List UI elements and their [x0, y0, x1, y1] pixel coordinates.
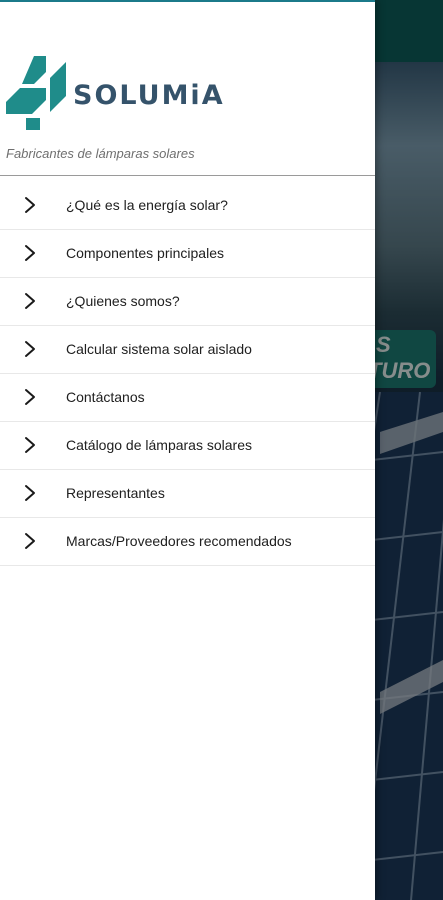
solumia-logo: [6, 56, 66, 130]
chevron-right-icon: [25, 293, 35, 309]
chevron-right-icon: [25, 341, 35, 357]
menu-item-label: Componentes principales: [66, 245, 224, 261]
menu-item-label: Representantes: [66, 485, 165, 501]
chevron-right-icon: [25, 197, 35, 213]
menu-item-catalogo[interactable]: Catálogo de lámparas solares: [0, 422, 375, 470]
menu-item-label: ¿Qué es la energía solar?: [66, 197, 228, 213]
brand-tagline: Fabricantes de lámparas solares: [6, 146, 195, 161]
menu-item-calcular-sistema[interactable]: Calcular sistema solar aislado: [0, 326, 375, 374]
header-divider: [0, 175, 375, 176]
menu-item-energia-solar[interactable]: ¿Qué es la energía solar?: [0, 182, 375, 230]
menu-item-label: ¿Quienes somos?: [66, 293, 180, 309]
menu-item-label: Contáctanos: [66, 389, 145, 405]
menu-item-marcas-proveedores[interactable]: Marcas/Proveedores recomendados: [0, 518, 375, 566]
chevron-right-icon: [25, 485, 35, 501]
menu-item-label: Calcular sistema solar aislado: [66, 341, 252, 357]
menu-item-quienes-somos[interactable]: ¿Quienes somos?: [0, 278, 375, 326]
drawer-menu: ¿Qué es la energía solar? Componentes pr…: [0, 182, 375, 566]
chevron-right-icon: [25, 533, 35, 549]
navigation-drawer: SOLUMiA Fabricantes de lámparas solares …: [0, 0, 375, 900]
menu-item-label: Marcas/Proveedores recomendados: [66, 533, 292, 549]
menu-item-representantes[interactable]: Representantes: [0, 470, 375, 518]
menu-item-contactanos[interactable]: Contáctanos: [0, 374, 375, 422]
menu-item-componentes[interactable]: Componentes principales: [0, 230, 375, 278]
chevron-right-icon: [25, 245, 35, 261]
chevron-right-icon: [25, 437, 35, 453]
chevron-right-icon: [25, 389, 35, 405]
menu-item-label: Catálogo de lámparas solares: [66, 437, 252, 453]
brand-name: SOLUMiA: [73, 80, 225, 111]
drawer-top-accent: [0, 0, 375, 2]
